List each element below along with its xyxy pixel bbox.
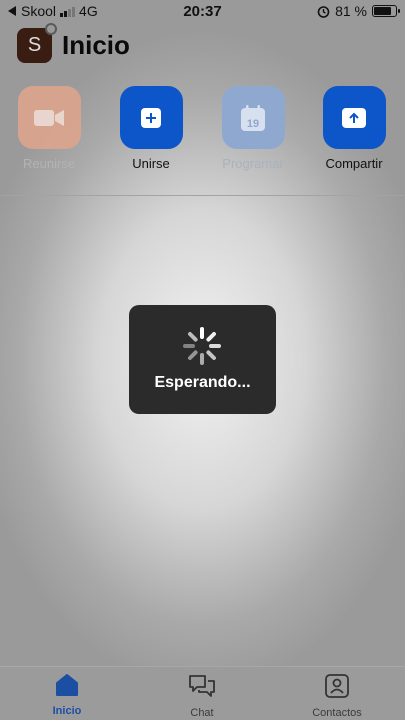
- share-up-arrow-icon: [342, 107, 366, 128]
- alarm-icon: [317, 5, 330, 18]
- avatar-initial: S: [27, 34, 42, 56]
- action-reunirse[interactable]: Reunirse: [0, 86, 99, 171]
- action-programar[interactable]: 19 Programar: [203, 86, 303, 171]
- header: S Inicio: [17, 23, 130, 63]
- battery-level: [374, 7, 391, 15]
- video-camera-icon: [34, 109, 64, 126]
- quick-actions: Reunirse Unirse 19 Programar Compartir: [0, 86, 405, 186]
- reunirse-button[interactable]: [17, 86, 81, 149]
- calendar-day-text: 19: [247, 118, 259, 130]
- waiting-text: Esperando...: [154, 374, 251, 391]
- chat-bubbles-icon: [189, 675, 215, 697]
- action-unirse[interactable]: Unirse: [101, 86, 201, 171]
- compartir-label: Compartir: [325, 156, 383, 171]
- compartir-button[interactable]: [322, 86, 386, 149]
- divider: [0, 195, 405, 196]
- tab-contactos[interactable]: Contactos: [297, 673, 377, 719]
- loading-hud: Esperando...: [129, 305, 276, 414]
- home-icon: [56, 674, 78, 696]
- programar-button[interactable]: 19: [221, 86, 285, 149]
- status-right: 81 %: [317, 3, 400, 19]
- plus-icon: [141, 107, 161, 128]
- tab-contactos-label: Contactos: [312, 707, 362, 719]
- avatar-status-badge: [45, 23, 57, 35]
- tab-chat[interactable]: Chat: [162, 673, 242, 719]
- battery-icon: [372, 5, 400, 17]
- battery-percent: 81 %: [335, 3, 367, 19]
- status-bar: Skool 4G 20:37 81 %: [0, 0, 405, 22]
- page-title: Inicio: [62, 30, 130, 60]
- tab-bar: Inicio Chat Contactos: [0, 666, 405, 720]
- calendar-icon: 19: [241, 104, 265, 131]
- spinner-icon: [183, 327, 221, 365]
- avatar[interactable]: S: [17, 23, 57, 63]
- tab-chat-label: Chat: [190, 707, 214, 719]
- screen: Skool 4G 20:37 81 % S Inicio Reunirse Un…: [0, 0, 405, 720]
- programar-label: Programar: [222, 156, 284, 171]
- unirse-button[interactable]: [119, 86, 183, 149]
- tab-inicio-label: Inicio: [52, 705, 82, 717]
- unirse-label: Unirse: [132, 156, 170, 171]
- tab-inicio[interactable]: Inicio: [27, 673, 107, 717]
- action-compartir[interactable]: Compartir: [304, 86, 404, 171]
- contact-card-icon: [325, 674, 349, 698]
- reunirse-label: Reunirse: [22, 156, 76, 171]
